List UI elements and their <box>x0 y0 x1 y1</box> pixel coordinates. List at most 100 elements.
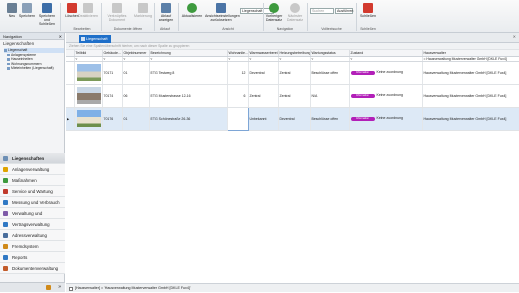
cell-wartungsstatus: N/A <box>310 84 350 108</box>
deactivate-icon <box>83 3 93 13</box>
cell-wohneinheiten: 12 <box>227 61 249 85</box>
tree-item-mieteinheiten[interactable]: Mieteinheiten (Liegenschaft) <box>7 66 64 71</box>
next-record-button[interactable]: Nächster Datensatz <box>285 2 305 26</box>
cell-hausverwalter: Hausverwaltung Musterverwalter GmbH [DKL… <box>422 107 519 131</box>
more-icon[interactable]: » <box>58 284 61 290</box>
gear-icon <box>3 167 8 172</box>
navigation-options-icon[interactable] <box>46 285 51 290</box>
wrench-icon <box>3 189 8 194</box>
ribbon-group-close: Schließen <box>360 27 376 31</box>
navigation-tree: Liegenschaft Anlagensysteme Hauseinheite… <box>0 48 64 71</box>
table-row[interactable]: 70174 06 ETG Musterstrasse 12-16 6 Zentr… <box>66 84 519 108</box>
ribbon-separator <box>307 3 308 31</box>
row-indicator <box>66 84 75 108</box>
ribbon-group-search: Volltextsuche <box>321 27 342 31</box>
tab-liegenschaft[interactable]: Liegenschaft <box>79 35 111 43</box>
deactivate-button[interactable]: Deaktivieren <box>77 2 99 26</box>
save-close-button[interactable]: Speichern und Schließen <box>36 2 58 26</box>
group-by-panel[interactable]: Ziehen Sie eine Spaltenüberschrift hierh… <box>66 43 519 50</box>
cell-heizung: Zentral <box>278 61 311 85</box>
module-verwaltung[interactable]: Verwaltung und Einstellungen <box>0 208 65 227</box>
row-indicator: ▶ <box>66 107 75 131</box>
mark-button[interactable]: Markierung <box>132 2 154 26</box>
cell-warmwasser: Unbekannt <box>248 107 279 131</box>
cell-objektnummer: 01 <box>122 61 150 85</box>
building-photo <box>76 110 101 127</box>
module-service-wartung[interactable]: Service und Wartung <box>0 186 65 197</box>
module-messung[interactable]: Messung und Verbrauch <box>0 197 65 208</box>
ribbon-separator <box>178 3 179 31</box>
cell-objektnummer: 06 <box>122 84 150 108</box>
pin-icon[interactable]: ✕ <box>59 33 62 40</box>
thumbnail <box>74 84 103 108</box>
tab-bar: Liegenschaft ✕ <box>66 33 519 43</box>
ribbon-group-edit: Bearbeiten <box>73 27 91 31</box>
tasks-icon <box>3 178 8 183</box>
filter-icon: ▿ <box>150 56 153 61</box>
module-dokumentenverwaltung[interactable]: Dokumentenverwaltung <box>0 263 65 274</box>
cell-warmwasser: Zentral <box>248 84 279 108</box>
prev-record-button[interactable]: Vorheriger Datensatz <box>264 2 284 26</box>
thumbnail <box>74 61 103 85</box>
navigation-footer: » <box>0 282 65 292</box>
module-anlagenverwaltung[interactable]: Anlagenverwaltung <box>0 164 65 175</box>
table-row[interactable]: 70171 01 ETG Testweg 8 12 Dezentral Zent… <box>66 61 519 85</box>
module-list: Liegenschaften Anlagenverwaltung Maßnahm… <box>0 153 65 274</box>
module-liegenschaften[interactable]: Liegenschaften <box>0 153 65 164</box>
cell-bezeichnung: ETG Musterstrasse 12-16 <box>149 84 228 108</box>
mark-icon <box>138 3 148 13</box>
meter-icon <box>3 200 8 205</box>
filter-icon: ▿ <box>350 56 353 61</box>
refresh-button[interactable]: Aktualisieren <box>180 2 204 26</box>
module-reports[interactable]: Reports <box>0 252 65 263</box>
cell-heizung: Dezentral <box>278 107 311 131</box>
building-photo <box>76 64 101 81</box>
filter-toggle-checkbox[interactable] <box>69 286 73 291</box>
filter-icon: ▿ <box>249 56 252 61</box>
plug-icon <box>3 244 8 249</box>
cell-bezeichnung: ETG Schönestraße 26-36 <box>149 107 228 131</box>
linked-document-icon <box>112 3 122 13</box>
ribbon-group-flow: Ablauf <box>160 27 170 31</box>
filter-icon: ▿ <box>311 56 314 61</box>
table-row-selected[interactable]: ▶ 70176 01 ETG Schönestraße 26-36 Unbeka… <box>66 106 519 131</box>
save-button[interactable]: Speichern <box>16 2 38 26</box>
delete-x-icon <box>67 3 77 13</box>
settings-icon <box>3 211 8 216</box>
filter-status-bar: [Hausverwalter] = 'Hausverwaltung Muster… <box>66 283 519 292</box>
module-vertragsverwaltung[interactable]: Vertragsverwaltung <box>0 219 65 230</box>
module-adressverwaltung[interactable]: Adressverwaltung <box>0 230 65 241</box>
save-icon <box>22 3 32 13</box>
ribbon-separator <box>101 3 102 31</box>
status-badge: Information <box>350 116 375 121</box>
filter-cell-hausverwalter[interactable]: = Hausverwaltung Musterverwalter GmbH [D… <box>422 56 519 62</box>
cell-hausverwalter: Hausverwaltung Musterverwalter GmbH [DKL… <box>422 84 519 108</box>
cell-heizung: Zentral <box>278 84 311 108</box>
cell-zustand: Information Keine zuordnung <box>349 61 423 85</box>
close-tab-icon[interactable]: ✕ <box>513 34 516 39</box>
module-fremdsystem[interactable]: Fremdsystem <box>0 241 65 252</box>
report-icon <box>3 255 8 260</box>
module-massnahmen[interactable]: Maßnahmen <box>0 175 65 186</box>
filter-icon: ▿ <box>123 56 126 61</box>
active-filter-text[interactable]: [Hausverwalter] = 'Hausverwaltung Muster… <box>75 286 191 290</box>
search-execute-button[interactable]: Ausführen <box>335 8 353 14</box>
cell-wohneinheiten[interactable] <box>226 106 249 131</box>
reset-view-button[interactable]: Ansichtseinstellungen zurücksetzen <box>205 2 240 26</box>
cell-hausverwalter: Hausverwaltung Musterverwalter GmbH [DKL… <box>422 61 519 85</box>
workflow-button[interactable]: Ablauf anzeigen <box>155 2 177 26</box>
search-input[interactable]: Suchen <box>310 8 334 14</box>
ribbon-group-view: Ansicht <box>222 27 234 31</box>
cell-gebaeude: 70171 <box>102 61 123 85</box>
building-icon <box>3 156 8 161</box>
close-icon <box>363 3 373 13</box>
linked-doc-button[interactable]: Verknüpftes Dokument <box>104 2 130 26</box>
building-photo <box>76 87 101 104</box>
view-settings-icon <box>216 3 226 13</box>
document-icon <box>3 266 8 271</box>
close-button[interactable]: Schließen <box>358 2 378 26</box>
contract-icon <box>3 222 8 227</box>
cell-gebaeude: 70174 <box>102 84 123 108</box>
ribbon-toolbar: Neu Speichern Speichern und Schließen Lö… <box>0 0 519 33</box>
navigation-panel: Navigation ✕ Liegenschaften Liegenschaft … <box>0 33 65 292</box>
